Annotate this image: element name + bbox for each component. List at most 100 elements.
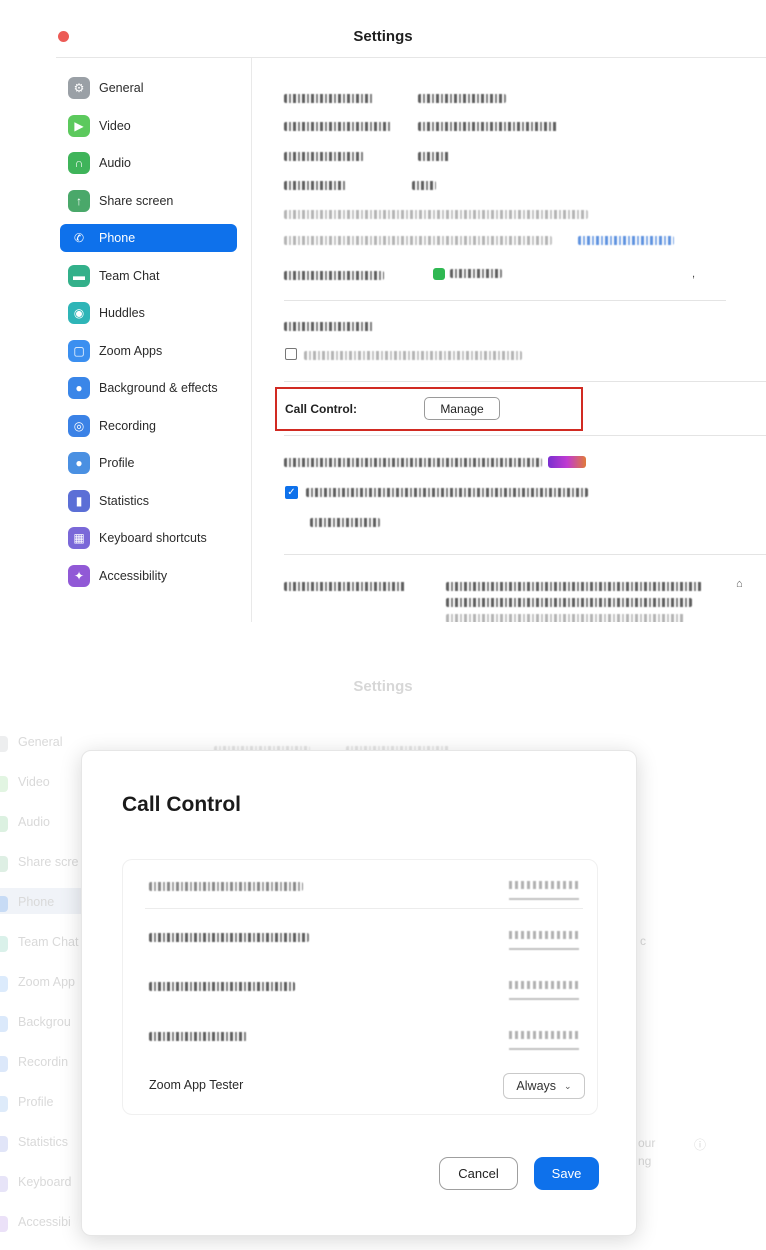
dimmed-sidebar-icon — [0, 736, 8, 752]
dimmed-sidebar-icon — [0, 1016, 8, 1032]
setting-label-blurred — [284, 322, 374, 331]
sidebar-item-huddles[interactable]: ◉ Huddles — [60, 299, 237, 327]
section-divider — [284, 554, 766, 555]
dimmed-sidebar-item: Recordin — [18, 1055, 69, 1069]
app-permission-list: Zoom App Tester Always ⌄ — [122, 859, 598, 1115]
headphones-icon: ∩ — [68, 152, 90, 174]
video-camera-icon: ▶ — [68, 114, 90, 137]
sidebar-item-label: Background & effects — [99, 381, 218, 395]
sidebar-item-label: Phone — [99, 231, 136, 245]
app-permission-select-blurred[interactable] — [505, 1024, 583, 1050]
setting-checkbox-label-blurred — [306, 488, 588, 497]
sidebar-item-label: Team Chat — [99, 268, 160, 283]
app-name-blurred — [149, 982, 295, 991]
app-name-blurred — [149, 933, 309, 942]
sidebar-item-statistics[interactable]: ▮ Statistics — [60, 487, 237, 515]
profile-icon: ● — [68, 452, 90, 474]
app-permission-select-blurred[interactable] — [505, 974, 583, 1000]
app-permission-select-blurred[interactable] — [505, 924, 583, 950]
sidebar-item-general[interactable]: ⚙ General — [60, 74, 237, 102]
call-control-dialog: Call Control Zoom App Tester Always ⌄ Ca… — [81, 750, 637, 1236]
cancel-button[interactable]: Cancel — [439, 1157, 518, 1190]
manage-call-control-button[interactable]: Manage — [424, 397, 500, 420]
bar-chart-icon: ▮ — [68, 489, 90, 512]
dimmed-sidebar-icon — [0, 1056, 8, 1072]
dimmed-info-icon: ⓘ — [694, 1138, 707, 1152]
settings-window: Settings ⚙ General ▶ Video ∩ Audio ↑ Share scre… — [0, 0, 766, 622]
setting-value-blurred — [418, 152, 450, 161]
sidebar-item-recording[interactable]: ◎ Recording — [60, 412, 237, 440]
dimmed-sidebar-icon — [0, 856, 8, 872]
dialog-title: Call Control — [122, 793, 241, 816]
dimmed-sidebar-item: Zoom App — [18, 975, 75, 989]
sidebar-item-phone[interactable]: ✆ Phone — [60, 224, 237, 252]
setting-label-blurred — [284, 271, 384, 280]
setting-description-blurred — [284, 236, 552, 245]
dimmed-sidebar-item: Video — [18, 775, 50, 789]
setting-label-blurred — [284, 181, 346, 190]
apps-icon: ▢ — [68, 339, 90, 362]
app-name-blurred — [149, 882, 303, 891]
dimmed-sidebar-item: Keyboard — [18, 1175, 72, 1189]
app-permission-select-blurred[interactable] — [505, 874, 583, 900]
setting-description-blurred — [446, 598, 692, 607]
sidebar-item-label: Share screen — [99, 193, 174, 208]
setting-checkbox-checked[interactable]: ✓ — [285, 486, 298, 499]
sidebar-item-video[interactable]: ▶ Video — [60, 112, 237, 140]
setting-label-blurred — [284, 152, 364, 161]
setting-description-blurred — [446, 614, 684, 622]
setting-label-blurred — [284, 458, 542, 467]
save-button[interactable]: Save — [534, 1157, 599, 1190]
setting-value-blurred — [418, 94, 506, 103]
dimmed-sidebar-icon — [0, 936, 8, 952]
sidebar-item-label: Zoom Apps — [99, 343, 163, 358]
sidebar-item-label: Accessibility — [99, 568, 168, 583]
zoom-app-tester-permission-select[interactable]: Always ⌄ — [503, 1073, 585, 1099]
call-control-label: Call Control: — [285, 402, 357, 416]
gear-icon: ⚙ — [68, 77, 90, 99]
setting-checkbox-label-blurred — [304, 351, 522, 360]
setting-checkbox[interactable] — [285, 348, 297, 360]
setting-label-blurred — [284, 94, 374, 103]
sidebar-item-accessibility[interactable]: ✦ Accessibility — [60, 562, 237, 590]
sidebar-item-label: Profile — [99, 456, 135, 470]
app-name-blurred — [149, 1032, 247, 1041]
sidebar-item-label: Keyboard shortcuts — [99, 531, 207, 545]
info-icon: , — [692, 268, 696, 280]
dimmed-sidebar-item: Backgrou — [18, 1015, 71, 1029]
sidebar-item-zoom-apps[interactable]: ▢ Zoom Apps — [60, 337, 237, 365]
section-divider — [284, 435, 766, 436]
sidebar-item-audio[interactable]: ∩ Audio — [60, 149, 237, 177]
section-divider — [284, 381, 766, 382]
sidebar-item-share-screen[interactable]: ↑ Share screen — [60, 187, 237, 215]
chat-bubble-icon: ▬ — [68, 264, 90, 287]
setting-description-blurred — [446, 582, 702, 591]
dimmed-sidebar-icon — [0, 1216, 8, 1232]
dimmed-sidebar-icon — [0, 816, 8, 832]
sidebar-item-profile[interactable]: ● Profile — [60, 449, 237, 477]
setting-link-blurred[interactable] — [578, 236, 674, 245]
dimmed-sidebar-icon — [0, 976, 8, 992]
secondary-manage-button-blurred[interactable] — [310, 518, 380, 527]
share-screen-icon: ↑ — [68, 189, 90, 212]
sidebar-item-label: Statistics — [99, 493, 150, 508]
person-background-icon: ● — [68, 377, 90, 399]
dimmed-snippet: our — [638, 1136, 656, 1150]
setting-description-blurred — [284, 210, 588, 219]
setting-value-blurred — [450, 269, 502, 278]
window-title: Settings — [353, 28, 413, 45]
sidebar-item-label: Recording — [99, 418, 156, 433]
dimmed-sidebar-item: Share scre — [18, 855, 79, 869]
setting-value-blurred — [412, 181, 436, 190]
dimmed-sidebar-icon — [0, 1136, 8, 1152]
setting-value-blurred — [418, 122, 558, 131]
sidebar-item-label: Audio — [99, 156, 131, 170]
sidebar-item-background-effects[interactable]: ● Background & effects — [60, 374, 237, 402]
setting-label-blurred — [284, 122, 392, 131]
new-badge — [548, 456, 586, 468]
sidebar-item-team-chat[interactable]: ▬ Team Chat — [60, 262, 237, 290]
dimmed-sidebar-item: Accessibi — [18, 1215, 71, 1229]
dimmed-sidebar-item: General — [18, 735, 63, 749]
sidebar-item-keyboard-shortcuts[interactable]: ▦ Keyboard shortcuts — [60, 524, 237, 552]
keyboard-icon: ▦ — [68, 527, 90, 549]
